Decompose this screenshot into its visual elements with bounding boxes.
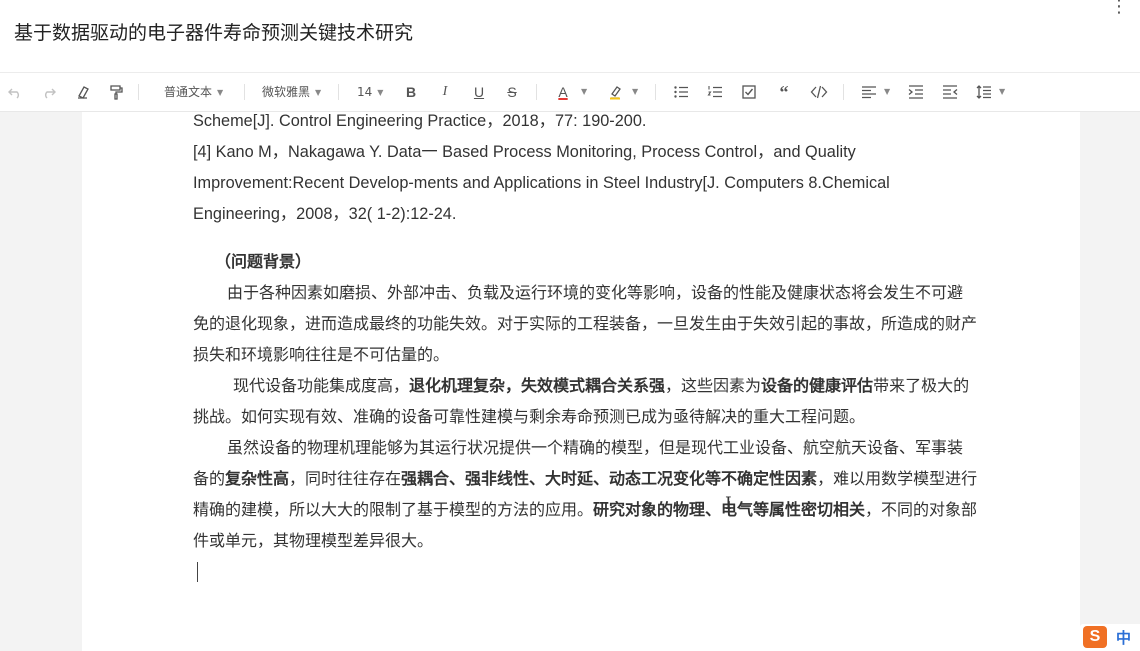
paragraph-3-bold: 复杂性高 [225,469,290,488]
paragraph-3-text: ，同时往往存在 [289,469,402,488]
text-cursor [197,562,198,582]
font-size-dropdown[interactable]: 14 ▼ [357,83,383,101]
chevron-down-icon: ▼ [377,88,384,97]
font-family-value: 微软雅黑 [262,85,311,99]
paragraph-2-bold: 设备的健康评估 [761,376,874,395]
paragraph-style-dropdown[interactable]: 普通文本 ▼ [164,83,223,101]
reference-3-tail: Scheme[J]. Control Engineering Practice，… [193,112,647,130]
numbered-list-icon[interactable] [706,82,724,102]
sogou-ime-logo: S [1083,626,1107,648]
line-spacing-icon[interactable] [975,82,993,102]
ime-mode-label[interactable]: 中 [1116,627,1131,648]
italic-button[interactable]: I [436,82,454,102]
strikethrough-button[interactable]: S [503,82,521,102]
paragraph-2-bold: 退化机理复杂，失效模式耦合关系强 [409,376,666,395]
reference-4-line-1: [4] Kano M，Nakagawa Y. Data一 Based Proce… [193,143,856,161]
paragraph-2: 现代设备功能集成度高，退化机理复杂，失效模式耦合关系强，这些因素为设备的健康评估… [193,370,978,432]
bullet-list-icon[interactable] [672,82,690,102]
clear-format-icon[interactable] [74,82,92,102]
mouse-ibeam-cursor: I [725,494,732,514]
title-bar: 基于数据驱动的电子器件寿命预测关键技术研究 ⋮ [0,0,1140,73]
paragraph-1: 由于各种因素如磨损、外部冲击、负载及运行环境的变化等影响，设备的性能及健康状态将… [193,283,978,364]
font-color-button[interactable]: A [554,82,572,102]
paragraph-3-bold: 强耦合、强非线性、大时延、动态工况变化等不确定性因素 [401,469,818,488]
underline-button[interactable]: U [470,82,488,102]
code-icon[interactable] [809,82,829,102]
format-painter-icon[interactable] [107,82,125,102]
indent-decrease-icon[interactable] [941,82,959,102]
align-left-icon[interactable] [860,82,878,102]
checklist-icon[interactable] [740,82,758,102]
section-heading: （问题背景） [215,252,312,271]
document-page[interactable]: Scheme[J]. Control Engineering Practice，… [82,112,1080,651]
quote-icon[interactable]: “ [775,82,793,102]
bold-button[interactable]: B [402,82,420,102]
paragraph-style-value: 普通文本 [164,85,213,99]
paragraph-2-text: 现代设备功能集成度高， [233,376,410,395]
indent-increase-icon[interactable] [907,82,925,102]
font-size-value: 14 [357,85,373,99]
input-method-indicator[interactable]: S 中 [1080,624,1140,651]
font-family-dropdown[interactable]: 微软雅黑 ▼ [262,83,321,101]
reference-4-line-2: Improvement:Recent Develop-ments and App… [193,174,890,192]
reference-4-line-3: Engineering，2008，32( 1-2):12-24. [193,205,457,223]
chevron-down-icon[interactable]: ▼ [884,83,890,101]
highlight-icon[interactable] [606,82,624,102]
chevron-down-icon[interactable]: ▼ [999,83,1005,101]
redo-icon[interactable] [40,82,58,102]
document-title[interactable]: 基于数据驱动的电子器件寿命预测关键技术研究 [14,18,413,45]
document-body[interactable]: Scheme[J]. Control Engineering Practice，… [193,106,978,582]
chevron-down-icon[interactable]: ▼ [581,83,587,101]
paragraph-3: 虽然设备的物理机理能够为其运行状况提供一个精确的模型，但是现代工业设备、航空航天… [193,432,978,556]
undo-icon[interactable] [6,82,24,102]
chevron-down-icon[interactable]: ▼ [632,83,638,101]
more-options-icon[interactable]: ⋮ [1110,0,1128,16]
chevron-down-icon: ▼ [217,88,224,97]
chevron-down-icon: ▼ [315,88,322,97]
paragraph-2-text: ，这些因素为 [665,376,762,395]
